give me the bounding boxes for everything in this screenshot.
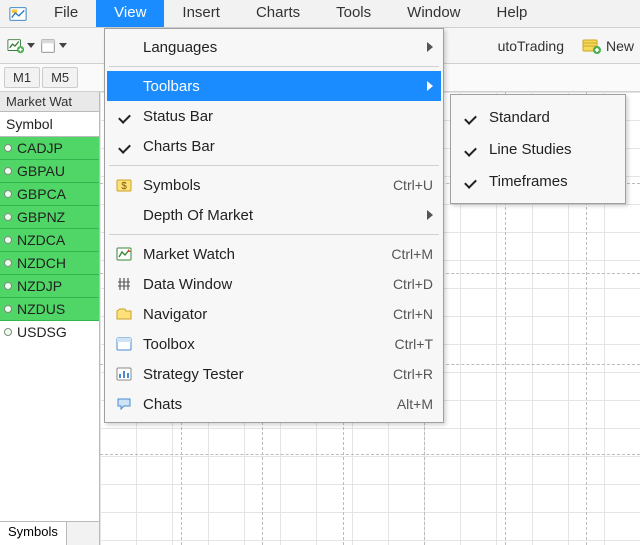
toolbars-timeframes[interactable]: Timeframes <box>453 165 623 197</box>
app-icon <box>6 2 30 26</box>
label: Market Watch <box>143 246 379 263</box>
market-watch-title: Market Wat <box>0 92 99 112</box>
new-order-icon[interactable]: New <box>582 37 634 55</box>
symbol-label: GBPNZ <box>17 209 65 225</box>
tf-m1[interactable]: M1 <box>4 67 40 88</box>
market-watch-list: CADJP GBPAU GBPCA GBPNZ NZDCA NZDCH NZDJ… <box>0 137 99 521</box>
label: Chats <box>143 396 385 413</box>
view-market-watch[interactable]: Market Watch Ctrl+M <box>107 239 441 269</box>
view-strategy-tester[interactable]: Strategy Tester Ctrl+R <box>107 359 441 389</box>
label: Languages <box>143 39 417 56</box>
toolbars-line-studies[interactable]: Line Studies <box>453 133 623 165</box>
label: Status Bar <box>143 108 433 125</box>
label: Depth Of Market <box>143 207 417 224</box>
autotrading-label[interactable]: utoTrading <box>498 38 564 54</box>
symbol-row[interactable]: GBPCA <box>0 183 99 206</box>
view-toolbars[interactable]: Toolbars <box>107 71 441 101</box>
label: Data Window <box>143 276 381 293</box>
symbol-row[interactable]: NZDCA <box>0 229 99 252</box>
market-watch-col-symbol[interactable]: Symbol <box>0 112 99 137</box>
view-data-window[interactable]: Data Window Ctrl+D <box>107 269 441 299</box>
svg-text:$: $ <box>121 181 127 192</box>
toolbox-icon <box>111 333 137 355</box>
market-watch-tabs: Symbols <box>0 521 99 545</box>
market-watch-panel: Market Wat Symbol CADJP GBPAU GBPCA GBPN… <box>0 92 100 545</box>
profiles-button[interactable] <box>38 32 68 60</box>
new-order-label: New <box>606 38 634 54</box>
check-icon <box>117 109 131 123</box>
shortcut: Ctrl+M <box>391 246 433 262</box>
symbol-row[interactable]: GBPNZ <box>0 206 99 229</box>
menu-tools[interactable]: Tools <box>318 0 389 27</box>
menu-charts[interactable]: Charts <box>238 0 318 27</box>
check-icon <box>463 142 477 156</box>
label: Strategy Tester <box>143 366 381 383</box>
view-depth-of-market[interactable]: Depth Of Market <box>107 200 441 230</box>
symbol-label: NZDJP <box>17 278 62 294</box>
chats-icon <box>111 393 137 415</box>
symbol-label: GBPAU <box>17 163 65 179</box>
symbol-label: NZDUS <box>17 301 65 317</box>
symbol-label: GBPCA <box>17 186 66 202</box>
symbol-row[interactable]: NZDUS <box>0 298 99 321</box>
menu-view[interactable]: View <box>96 0 164 27</box>
label: Toolbox <box>143 336 383 353</box>
symbol-row[interactable]: NZDJP <box>0 275 99 298</box>
symbol-row[interactable]: GBPAU <box>0 160 99 183</box>
toolbars-standard[interactable]: Standard <box>453 101 623 133</box>
view-charts-bar[interactable]: Charts Bar <box>107 131 441 161</box>
submenu-arrow-icon <box>427 42 433 52</box>
view-status-bar[interactable]: Status Bar <box>107 101 441 131</box>
check-icon <box>463 110 477 124</box>
symbol-label: NZDCA <box>17 232 65 248</box>
shortcut: Ctrl+T <box>395 336 434 352</box>
symbol-label: NZDCH <box>17 255 66 271</box>
shortcut: Ctrl+D <box>393 276 433 292</box>
symbol-row[interactable]: USDSG <box>0 321 99 343</box>
menu-file[interactable]: File <box>36 0 96 27</box>
new-chart-button[interactable] <box>6 32 36 60</box>
market-watch-icon <box>111 243 137 265</box>
shortcut: Ctrl+R <box>393 366 433 382</box>
label: Navigator <box>143 306 381 323</box>
view-languages[interactable]: Languages <box>107 32 441 62</box>
symbol-label: CADJP <box>17 140 63 156</box>
tab-symbols[interactable]: Symbols <box>0 521 67 545</box>
submenu-arrow-icon <box>427 210 433 220</box>
shortcut: Alt+M <box>397 396 433 412</box>
tf-m5[interactable]: M5 <box>42 67 78 88</box>
symbols-icon: $ <box>111 174 137 196</box>
data-window-icon <box>111 273 137 295</box>
navigator-icon <box>111 303 137 325</box>
view-dropdown: Languages Toolbars Status Bar Charts Bar… <box>104 28 444 423</box>
label: Toolbars <box>143 78 417 95</box>
view-toolbox[interactable]: Toolbox Ctrl+T <box>107 329 441 359</box>
label: Symbols <box>143 177 381 194</box>
label: Line Studies <box>489 141 615 158</box>
check-icon <box>117 139 131 153</box>
toolbars-submenu: Standard Line Studies Timeframes <box>450 94 626 204</box>
symbol-label: USDSG <box>17 324 67 340</box>
view-navigator[interactable]: Navigator Ctrl+N <box>107 299 441 329</box>
shortcut: Ctrl+N <box>393 306 433 322</box>
view-symbols[interactable]: $ Symbols Ctrl+U <box>107 170 441 200</box>
view-chats[interactable]: Chats Alt+M <box>107 389 441 419</box>
check-icon <box>463 174 477 188</box>
menu-window[interactable]: Window <box>389 0 478 27</box>
label: Timeframes <box>489 173 615 190</box>
symbol-row[interactable]: CADJP <box>0 137 99 160</box>
shortcut: Ctrl+U <box>393 177 433 193</box>
strategy-tester-icon <box>111 363 137 385</box>
submenu-arrow-icon <box>427 81 433 91</box>
label: Standard <box>489 109 615 126</box>
symbol-row[interactable]: NZDCH <box>0 252 99 275</box>
menu-help[interactable]: Help <box>479 0 546 27</box>
menubar: File View Insert Charts Tools Window Hel… <box>0 0 640 28</box>
label: Charts Bar <box>143 138 433 155</box>
menu-insert[interactable]: Insert <box>164 0 238 27</box>
